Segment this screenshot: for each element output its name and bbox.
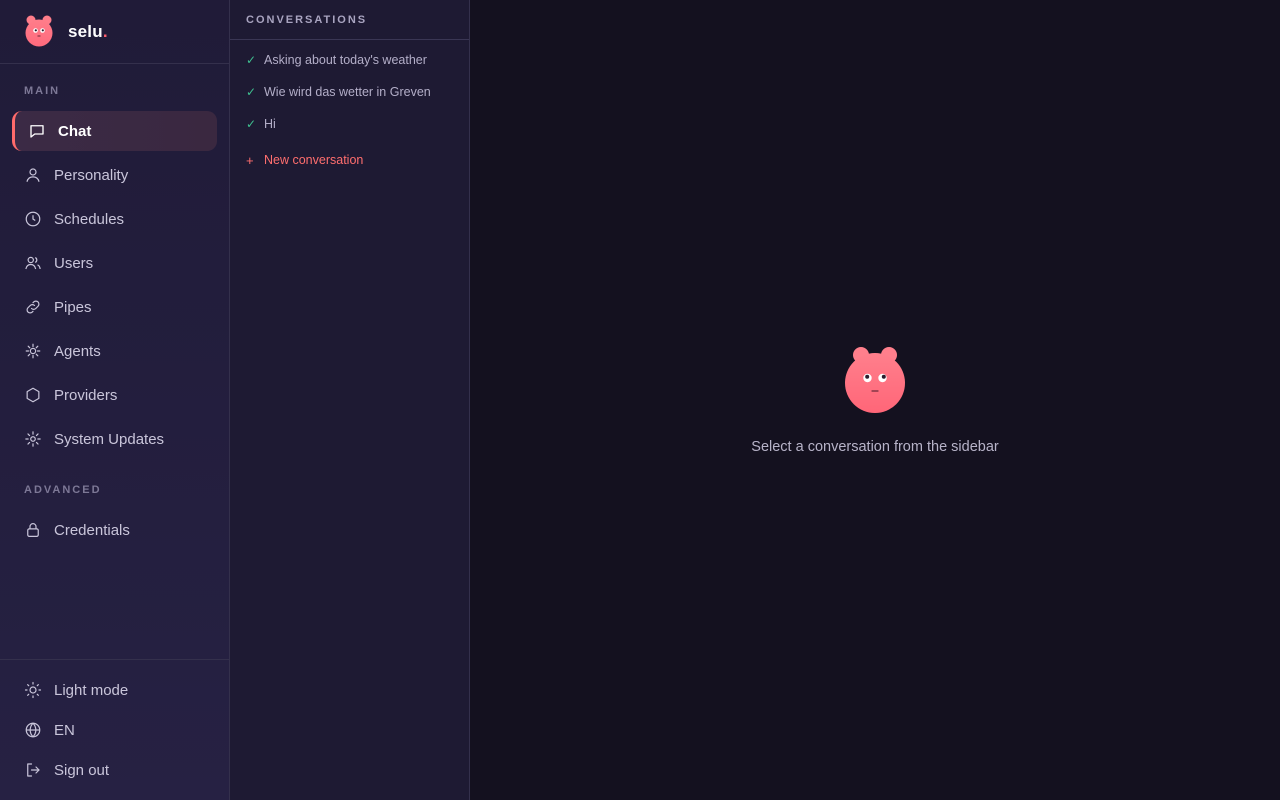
selu-logo-icon [25,15,53,46]
check-icon: ✓ [246,85,257,99]
gear-icon [24,430,42,448]
globe-icon [24,721,42,739]
sidebar-item-label: Credentials [54,521,130,539]
sidebar-item-label: Pipes [54,298,92,316]
light-mode-label: Light mode [54,681,129,699]
sidebar-item-label: Personality [54,166,129,184]
clock-icon [24,210,42,228]
sidebar-item-schedules[interactable]: Schedules [12,199,217,239]
section-label-main: MAIN [24,85,61,97]
sidebar-item-credentials[interactable]: Credentials [12,510,217,550]
conversations-panel: CONVERSATIONS ✓ Asking about today's wea… [230,0,470,800]
sidebar-item-label: Schedules [54,210,125,228]
sidebar-item-agents[interactable]: Agents [12,331,217,371]
empty-state-message: Select a conversation from the sidebar [751,439,999,455]
sidebar-item-label: Users [54,254,94,272]
sign-out-label: Sign out [54,761,110,779]
plus-icon: + [246,152,254,168]
users-icon [24,254,42,272]
chat-icon [28,122,46,140]
sidebar-item-label: Agents [54,342,101,360]
conversation-item[interactable]: ✓ Asking about today's weather [246,51,427,69]
sidebar: selu. MAIN Chat Personality Schedules Us… [0,0,230,800]
conversation-item[interactable]: ✓ Hi [246,115,276,133]
sun-icon [24,681,42,699]
check-icon: ✓ [246,117,257,131]
conversation-title: Wie wird das wetter in Greven [264,85,431,99]
language-label: EN [54,721,75,739]
brand-name: selu. [68,21,108,41]
sidebar-item-providers[interactable]: Providers [12,375,217,415]
hexagon-icon [24,386,42,404]
section-label-advanced: ADVANCED [24,484,102,496]
person-icon [24,166,42,184]
sign-out-icon [24,761,42,779]
language-selector[interactable]: EN [24,719,75,741]
new-conversation-button[interactable]: + New conversation [246,151,363,169]
sidebar-item-label: System Updates [54,430,165,448]
link-icon [24,298,42,316]
sidebar-item-users[interactable]: Users [12,243,217,283]
mascot-icon [845,347,905,413]
sidebar-item-chat[interactable]: Chat [12,111,217,151]
lock-icon [24,521,42,539]
sidebar-item-pipes[interactable]: Pipes [12,287,217,327]
new-conversation-label: New conversation [264,153,364,167]
sidebar-item-system-updates[interactable]: System Updates [12,419,217,459]
sidebar-item-label: Providers [54,386,118,404]
light-mode-toggle[interactable]: Light mode [24,679,128,701]
brand[interactable]: selu. [0,0,229,64]
sidebar-item-personality[interactable]: Personality [12,155,217,195]
conversation-title: Asking about today's weather [264,53,427,67]
sidebar-item-label: Chat [58,122,92,140]
check-icon: ✓ [246,53,257,67]
main-content: Select a conversation from the sidebar [470,0,1280,800]
spark-icon [24,342,42,360]
conversations-header: CONVERSATIONS [230,0,469,40]
conversation-item[interactable]: ✓ Wie wird das wetter in Greven [246,83,431,101]
sidebar-footer: Light mode EN Sign out [0,659,229,800]
conversation-title: Hi [264,117,276,131]
sign-out-button[interactable]: Sign out [24,759,109,781]
